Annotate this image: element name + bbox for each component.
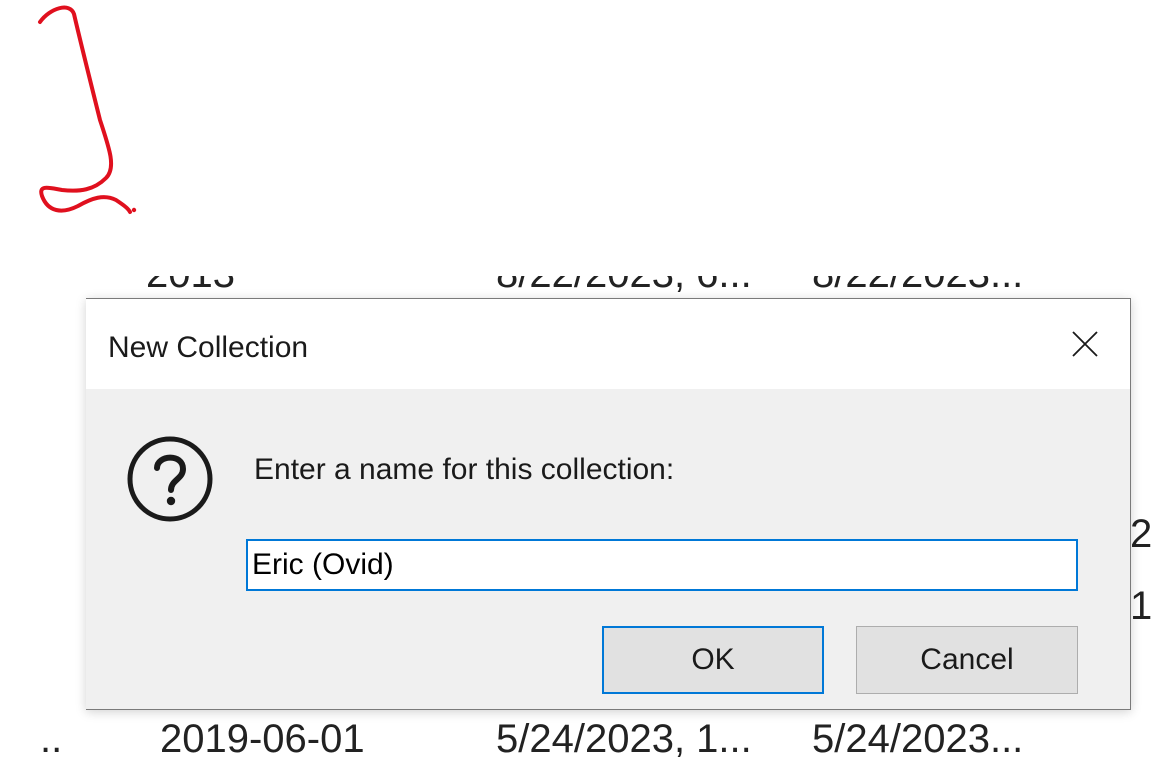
new-collection-dialog: New Collection Enter a name for this col… xyxy=(86,298,1131,710)
ok-button[interactable]: OK xyxy=(602,626,824,694)
bg-right-edge-char: 2 xyxy=(1130,512,1152,556)
dialog-titlebar[interactable]: New Collection xyxy=(86,299,1130,389)
bg-bottom-cell-date1: 5/24/2023, 1... xyxy=(496,717,752,761)
bg-top-cell-year: 2013 xyxy=(146,276,235,297)
bg-bottom-cell-name: .. xyxy=(40,717,63,761)
bg-top-cell-date1: 8/22/2023, 6... xyxy=(496,276,752,297)
dialog-prompt: Enter a name for this collection: xyxy=(254,453,675,486)
collection-name-input[interactable] xyxy=(246,539,1078,591)
bg-bottom-cell-date2: 5/24/2023... xyxy=(812,717,1024,761)
cancel-button[interactable]: Cancel xyxy=(856,626,1078,694)
screenshot-stage: 2013 8/22/2023, 6... 8/22/2023... 2 1 ..… xyxy=(0,0,1152,781)
bg-right-edge-char: 1 xyxy=(1130,584,1152,628)
close-button[interactable] xyxy=(1060,319,1110,369)
close-icon xyxy=(1072,331,1098,357)
bg-bottom-cell-year: 2019-06-01 xyxy=(160,717,365,761)
bg-top-cell-date2: 8/22/2023... xyxy=(812,276,1023,297)
dialog-title: New Collection xyxy=(108,331,309,364)
question-icon xyxy=(127,436,213,522)
handwritten-annotation xyxy=(38,5,137,214)
